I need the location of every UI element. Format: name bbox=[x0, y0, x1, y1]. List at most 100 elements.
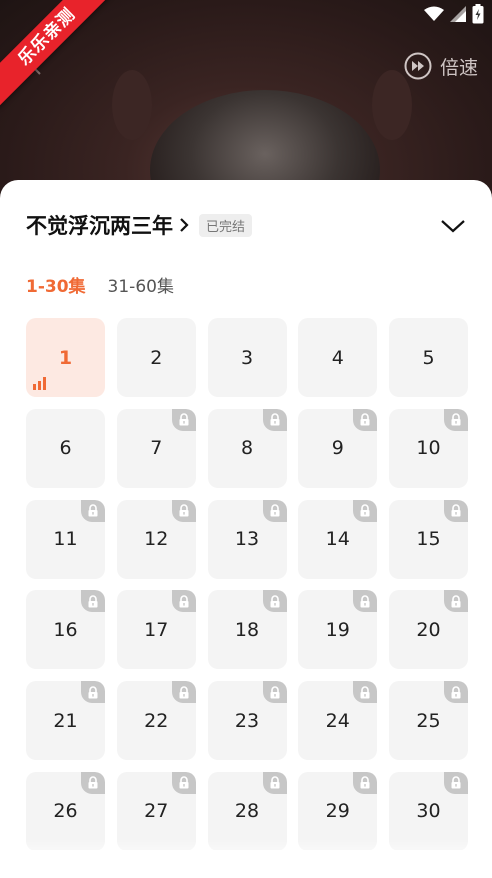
episode-cell[interactable]: 12 bbox=[116, 499, 196, 579]
episode-cell[interactable]: 24 bbox=[298, 681, 378, 760]
series-title: 不觉浮沉两三年 bbox=[26, 214, 173, 238]
episode-cell[interactable]: 16 bbox=[26, 590, 105, 670]
lock-icon bbox=[353, 681, 378, 703]
series-title-row[interactable]: 不觉浮沉两三年 已完结 bbox=[26, 210, 253, 240]
lock-icon bbox=[444, 408, 468, 431]
bottom-fade bbox=[0, 838, 492, 878]
lock-icon bbox=[444, 771, 468, 794]
lock-icon bbox=[171, 408, 196, 431]
episode-number: 6 bbox=[59, 437, 72, 460]
episode-number: 4 bbox=[331, 346, 344, 369]
episode-number: 9 bbox=[331, 437, 344, 460]
lock-icon bbox=[444, 681, 468, 703]
episode-number: 26 bbox=[53, 800, 78, 823]
episode-number: 28 bbox=[234, 800, 260, 823]
episode-number: 22 bbox=[144, 709, 169, 732]
episode-cell[interactable]: 2 bbox=[116, 318, 196, 397]
status-bar bbox=[424, 4, 484, 24]
lock-icon bbox=[444, 499, 468, 522]
episode-cell[interactable]: 15 bbox=[389, 499, 468, 579]
lock-icon bbox=[171, 771, 196, 794]
speed-icon bbox=[404, 52, 432, 80]
lock-icon bbox=[81, 681, 105, 703]
episode-cell[interactable]: 13 bbox=[207, 499, 287, 579]
lock-icon bbox=[171, 499, 196, 522]
tab-range-1-30[interactable]: 1-30集 bbox=[26, 272, 86, 297]
lock-icon bbox=[353, 590, 378, 613]
lock-icon bbox=[262, 499, 287, 522]
tab-range-31-60[interactable]: 31-60集 bbox=[108, 272, 174, 297]
episode-range-tabs: 1-30集 31-60集 bbox=[26, 272, 174, 297]
episode-cell[interactable]: 25 bbox=[389, 681, 468, 760]
chevron-right-icon bbox=[180, 218, 189, 232]
episode-cell[interactable]: 14 bbox=[298, 499, 378, 579]
episode-cell[interactable]: 3 bbox=[207, 318, 287, 397]
lock-icon bbox=[81, 590, 105, 613]
speed-label: 倍速 bbox=[439, 56, 478, 79]
episode-number: 20 bbox=[416, 618, 441, 641]
lock-icon bbox=[171, 590, 196, 613]
episode-cell[interactable]: 6 bbox=[26, 408, 105, 488]
episode-number: 24 bbox=[325, 709, 350, 732]
episode-number: 27 bbox=[144, 800, 169, 823]
playing-bars-icon bbox=[33, 377, 46, 390]
episode-number: 7 bbox=[150, 437, 163, 460]
episode-number: 30 bbox=[416, 800, 441, 823]
lock-icon bbox=[262, 590, 287, 613]
lock-icon bbox=[353, 499, 378, 522]
episode-number: 10 bbox=[416, 437, 441, 460]
episode-number: 19 bbox=[325, 618, 350, 641]
lock-icon bbox=[81, 499, 105, 522]
lock-icon bbox=[81, 771, 105, 794]
signal-icon bbox=[450, 6, 466, 22]
episode-number: 23 bbox=[234, 709, 260, 732]
episode-cell[interactable]: 22 bbox=[116, 681, 196, 760]
lock-icon bbox=[353, 771, 378, 794]
speed-button[interactable]: 倍速 bbox=[404, 52, 478, 80]
lock-icon bbox=[444, 590, 468, 613]
episode-number: 15 bbox=[416, 528, 441, 550]
episode-cell[interactable]: 23 bbox=[207, 681, 287, 760]
episode-cell[interactable]: 7 bbox=[116, 408, 196, 488]
episode-cell[interactable]: 19 bbox=[298, 590, 378, 670]
episode-number: 1 bbox=[58, 346, 73, 369]
episode-sheet: 不觉浮沉两三年 已完结 1-30集 31-60集 1 2 3 4 5 6 7 8 9 10 11 12… bbox=[0, 180, 492, 878]
lock-icon bbox=[353, 408, 378, 431]
episode-cell[interactable]: 18 bbox=[207, 590, 287, 670]
episode-cell[interactable]: 20 bbox=[389, 590, 468, 670]
episode-number: 2 bbox=[150, 346, 163, 369]
video-frame-ear-right bbox=[372, 70, 412, 140]
episode-cell[interactable]: 21 bbox=[26, 681, 105, 760]
episode-number: 29 bbox=[325, 800, 350, 823]
wifi-icon bbox=[424, 6, 444, 21]
episode-cell[interactable]: 4 bbox=[298, 318, 378, 397]
episode-number: 17 bbox=[144, 618, 169, 641]
status-badge: 已完结 bbox=[199, 213, 253, 237]
episode-cell[interactable]: 9 bbox=[298, 408, 378, 488]
episode-number: 12 bbox=[144, 528, 169, 550]
episode-cell[interactable]: 8 bbox=[207, 408, 287, 488]
episode-number: 18 bbox=[234, 618, 260, 641]
lock-icon bbox=[262, 681, 287, 703]
episode-number: 21 bbox=[53, 709, 78, 732]
episode-grid: 1 2 3 4 5 6 7 8 9 10 11 12 13 14 15 16 17 18 19 20 21 22 23 24 2… bbox=[26, 318, 468, 850]
chevron-down-icon[interactable] bbox=[440, 218, 466, 234]
video-frame-ear-left bbox=[112, 70, 152, 140]
lock-icon bbox=[171, 681, 196, 703]
episode-number: 3 bbox=[240, 346, 254, 369]
episode-number: 25 bbox=[416, 709, 441, 732]
battery-icon bbox=[472, 4, 484, 24]
episode-cell[interactable]: 11 bbox=[26, 499, 105, 579]
episode-number: 5 bbox=[422, 346, 435, 369]
episode-cell[interactable]: 5 bbox=[389, 318, 468, 397]
episode-number: 11 bbox=[53, 528, 78, 550]
episode-number: 14 bbox=[325, 528, 350, 550]
episode-cell[interactable]: 10 bbox=[389, 408, 468, 488]
lock-icon bbox=[262, 771, 287, 794]
episode-number: 8 bbox=[240, 437, 254, 460]
episode-cell[interactable]: 1 bbox=[26, 318, 105, 397]
episode-number: 16 bbox=[53, 618, 78, 641]
lock-icon bbox=[262, 408, 287, 431]
episode-number: 13 bbox=[234, 528, 260, 550]
episode-cell[interactable]: 17 bbox=[116, 590, 196, 670]
